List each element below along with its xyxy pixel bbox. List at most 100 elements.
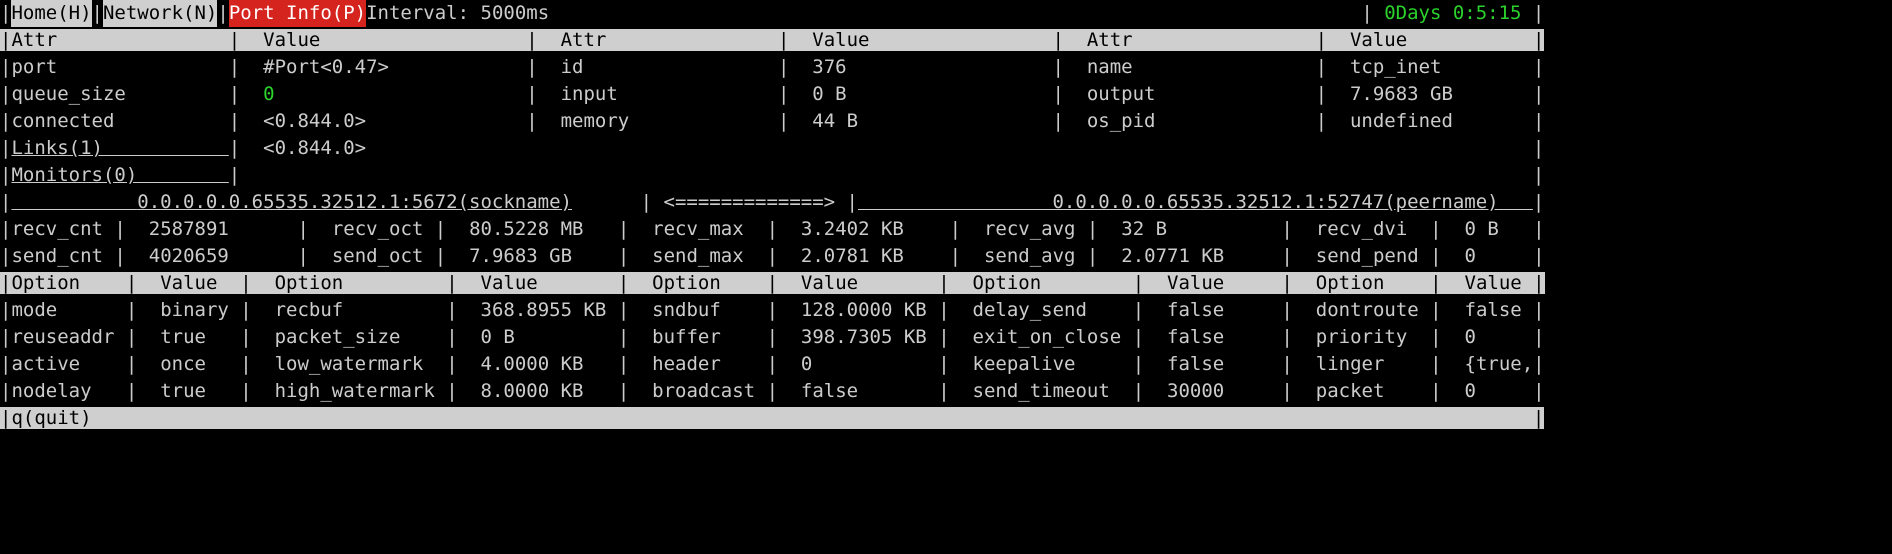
- pipe: |: [217, 2, 228, 24]
- opt-value: 398.7305 KB: [801, 326, 938, 348]
- opt-value: false: [1465, 299, 1534, 321]
- opt-value: false: [801, 380, 938, 402]
- opt-value: {true,: [1465, 353, 1534, 375]
- col-option: Option: [11, 272, 125, 294]
- attr-name: output: [1087, 83, 1316, 105]
- stat-value: 4020659: [149, 245, 298, 267]
- opt-name: low_watermark: [275, 353, 447, 375]
- option-row: |nodelay | true | high_watermark | 8.000…: [0, 378, 1892, 405]
- col-option: Option: [652, 272, 766, 294]
- col-value: Value: [801, 272, 938, 294]
- opt-value: 0: [1465, 326, 1534, 348]
- attr-name: memory: [561, 110, 778, 132]
- attr-row: |connected | <0.844.0> | memory | 44 B |…: [0, 108, 1892, 135]
- opt-value: false: [1167, 326, 1281, 348]
- opt-name: delay_send: [973, 299, 1133, 321]
- interval-value: 5000ms: [481, 0, 550, 27]
- stat-name: send_cnt: [11, 245, 114, 267]
- attr-name: id: [561, 56, 778, 78]
- attr-name: os_pid: [1087, 110, 1316, 132]
- opt-value: 128.0000 KB: [801, 299, 938, 321]
- col-option: Option: [275, 272, 447, 294]
- attr-row: |port | #Port<0.47> | id | 376 | name | …: [0, 54, 1892, 81]
- col-value: Value: [1465, 272, 1534, 294]
- opt-name: broadcast: [652, 380, 766, 402]
- opt-name: dontroute: [1316, 299, 1430, 321]
- socket-line: | 0.0.0.0.0.65535.32512.1:5672(sockname)…: [0, 189, 1892, 216]
- stat-value: 2587891: [149, 218, 298, 240]
- direction-arrow-icon: <=============>: [664, 191, 836, 213]
- attr-value: 44 B: [812, 110, 1052, 132]
- option-header-row: |Option | Value | Option | Value | Optio…: [0, 270, 1892, 297]
- nav-home[interactable]: Home(H): [11, 0, 91, 27]
- opt-value: binary: [160, 299, 240, 321]
- attr-value: 7.9683 GB: [1350, 83, 1533, 105]
- quit-hint[interactable]: q(quit): [11, 407, 1532, 429]
- net-row: |recv_cnt | 2587891 | recv_oct | 80.5228…: [0, 216, 1892, 243]
- stat-value: 0 B: [1465, 218, 1534, 240]
- opt-name: header: [652, 353, 766, 375]
- footer-row: |q(quit) |: [0, 405, 1892, 432]
- stat-name: recv_oct: [332, 218, 435, 240]
- opt-name: exit_on_close: [973, 326, 1133, 348]
- stat-name: send_oct: [332, 245, 435, 267]
- stat-value: 2.0781 KB: [801, 245, 950, 267]
- attr-header-row: |Attr | Value | Attr | Value | Attr | Va…: [0, 27, 1892, 54]
- stat-name: recv_dvi: [1316, 218, 1430, 240]
- opt-name: priority: [1316, 326, 1430, 348]
- opt-name: high_watermark: [275, 380, 447, 402]
- stat-value: 2.0771 KB: [1121, 245, 1281, 267]
- attr-value: 0 B: [812, 83, 1052, 105]
- col-attr: Attr: [1087, 29, 1316, 51]
- option-row: |mode | binary | recbuf | 368.8955 KB | …: [0, 297, 1892, 324]
- pipe: |: [1521, 2, 1544, 24]
- opt-name: packet: [1316, 380, 1430, 402]
- attr-name: Links(1): [11, 137, 228, 159]
- col-attr: Attr: [561, 29, 778, 51]
- uptime: 0Days 0:5:15: [1384, 0, 1521, 27]
- col-value: Value: [812, 29, 1052, 51]
- opt-value: once: [160, 353, 240, 375]
- attr-name: port: [11, 56, 228, 78]
- opt-value: 8.0000 KB: [481, 380, 618, 402]
- option-row: |active | once | low_watermark | 4.0000 …: [0, 351, 1892, 378]
- opt-value: true: [160, 326, 240, 348]
- col-value: Value: [1350, 29, 1533, 51]
- col-option: Option: [973, 272, 1133, 294]
- top-bar: |Home(H)|Network(N)|Port Info(P)Interval…: [0, 0, 1892, 27]
- peername: 0.0.0.0.0.65535.32512.1:52747(peername): [1052, 191, 1498, 213]
- pipe: |: [0, 2, 11, 24]
- stat-value: 32 B: [1121, 218, 1281, 240]
- attr-value: 0: [263, 83, 526, 105]
- opt-name: buffer: [652, 326, 766, 348]
- attr-name: name: [1087, 56, 1316, 78]
- attr-name: input: [561, 83, 778, 105]
- opt-value: false: [1167, 353, 1281, 375]
- col-option: Option: [1316, 272, 1430, 294]
- col-attr: Attr: [11, 29, 228, 51]
- stat-value: 0: [1465, 245, 1534, 267]
- stat-name: send_pend: [1316, 245, 1430, 267]
- interval-label: Interval:: [366, 0, 480, 27]
- opt-value: 368.8955 KB: [481, 299, 618, 321]
- opt-name: keepalive: [973, 353, 1133, 375]
- attr-value: tcp_inet: [1350, 56, 1533, 78]
- attr-name: Monitors(0): [11, 164, 228, 186]
- stat-name: recv_cnt: [11, 218, 114, 240]
- links-row: |Links(1) | <0.844.0> |: [0, 135, 1892, 162]
- monitors-row: |Monitors(0) | |: [0, 162, 1892, 189]
- opt-name: recbuf: [275, 299, 447, 321]
- attr-row: |queue_size | 0 | input | 0 B | output |…: [0, 81, 1892, 108]
- attr-value: undefined: [1350, 110, 1533, 132]
- opt-name: reuseaddr: [11, 326, 125, 348]
- sockname: 0.0.0.0.0.65535.32512.1:5672(sockname): [137, 191, 572, 213]
- opt-name: packet_size: [275, 326, 447, 348]
- nav-network[interactable]: Network(N): [103, 0, 217, 27]
- attr-value: #Port<0.47>: [263, 56, 526, 78]
- opt-value: 30000: [1167, 380, 1281, 402]
- stat-value: 3.2402 KB: [801, 218, 950, 240]
- col-value: Value: [263, 29, 526, 51]
- nav-port-info[interactable]: Port Info(P): [229, 0, 366, 27]
- opt-name: active: [11, 353, 125, 375]
- opt-name: send_timeout: [973, 380, 1133, 402]
